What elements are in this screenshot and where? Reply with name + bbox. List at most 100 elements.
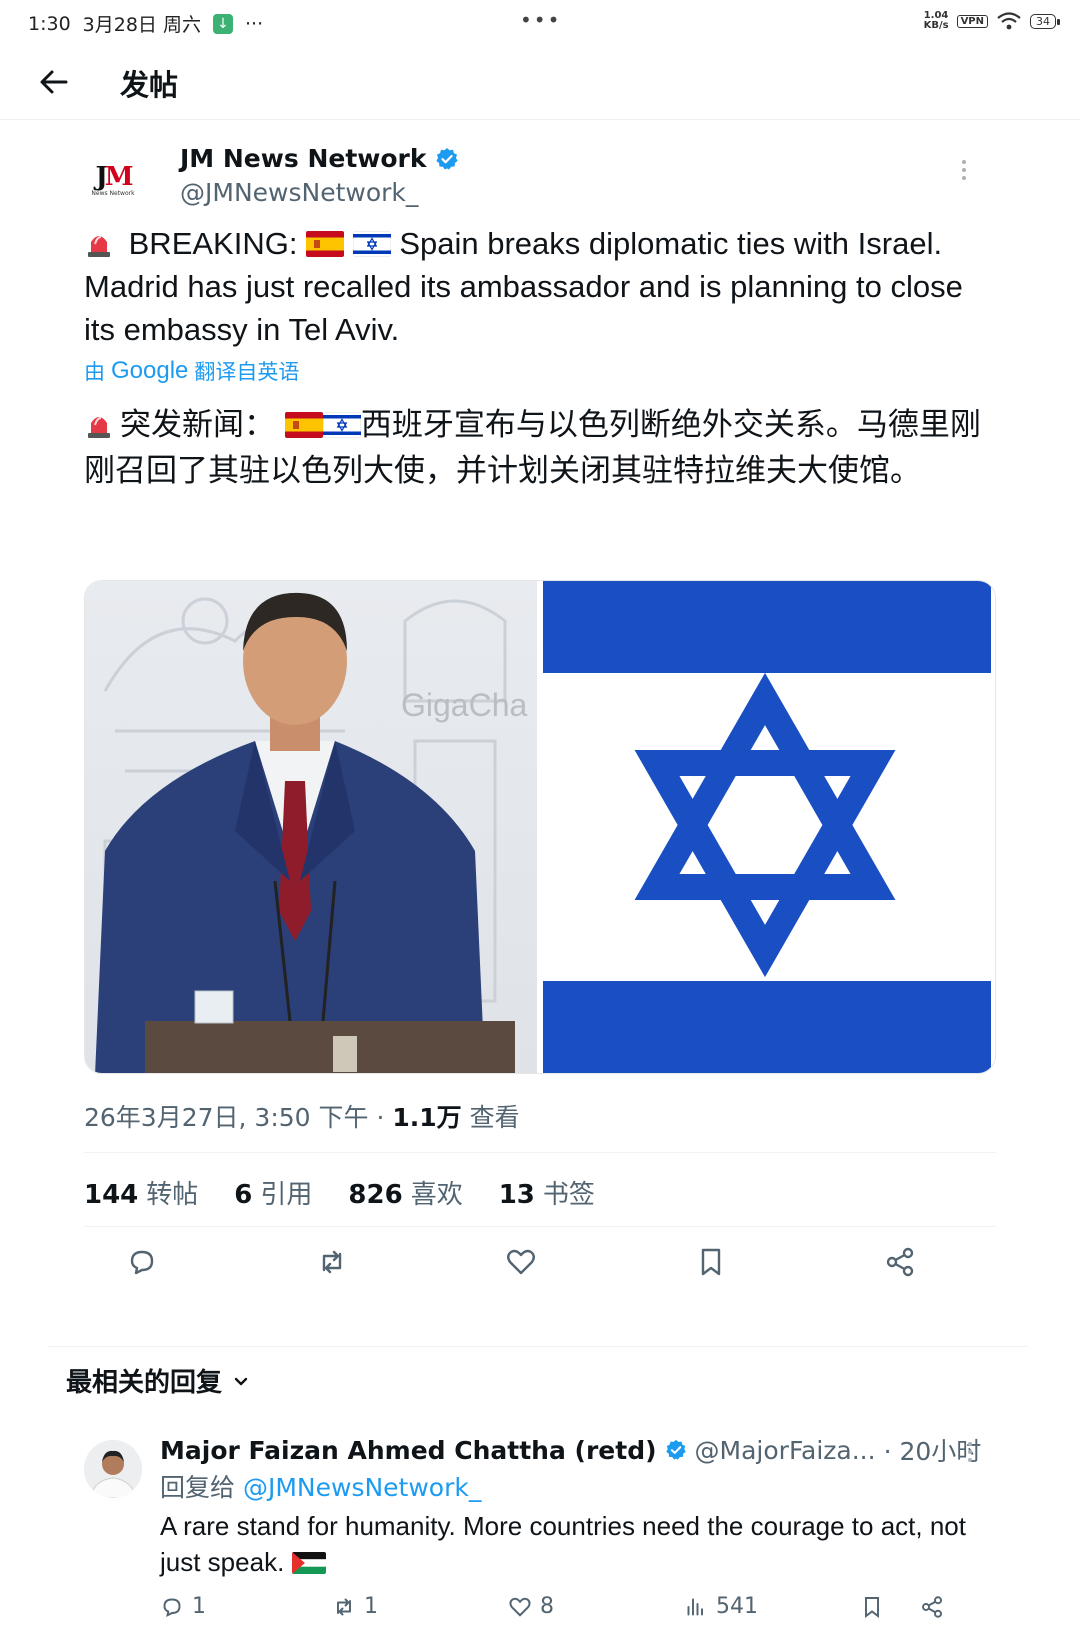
reply-avatar[interactable] xyxy=(84,1440,142,1498)
status-right: 1.04 KB/s VPN 34 xyxy=(924,11,1060,31)
stat-label: 转帖 xyxy=(146,1180,199,1210)
verified-badge-icon xyxy=(665,1439,686,1460)
repost-icon xyxy=(337,1598,351,1615)
reply-body: A rare stand for humanity. More countrie… xyxy=(160,1511,966,1577)
jm-logo-icon: JM xyxy=(95,162,133,192)
like-heart-icon[interactable] xyxy=(505,1246,537,1278)
stat-count: 144 xyxy=(84,1180,139,1210)
stat-quotes[interactable]: 6 引用 xyxy=(234,1174,312,1211)
stat-label: 引用 xyxy=(260,1180,313,1210)
reply-to-handle-link[interactable]: @JMNewsNetwork_ xyxy=(243,1473,481,1502)
author-name[interactable]: JM News Network xyxy=(180,144,427,173)
views-count: 541 xyxy=(716,1594,758,1619)
stat-count: 6 xyxy=(234,1180,253,1210)
bookmark-icon[interactable] xyxy=(695,1246,727,1278)
battery-icon: 34 xyxy=(1030,13,1060,29)
translated-text: 突发新闻： 西班牙宣布与以色列断绝外交关系。马德里刚刚召回了其驻以色列大使，并计… xyxy=(84,402,984,494)
stat-likes[interactable]: 826 喜欢 xyxy=(348,1174,462,1211)
divider xyxy=(84,1152,996,1153)
reply-actions: 1 1 8 541 xyxy=(160,1594,950,1619)
stat-count: 826 xyxy=(348,1180,403,1210)
tweet-actions xyxy=(126,1246,916,1278)
reply-header: Major Faizan Ahmed Chattha (retd) @Major… xyxy=(160,1432,981,1468)
media-photo-israel-flag[interactable] xyxy=(543,581,995,1073)
reply-text: A rare stand for humanity. More countrie… xyxy=(160,1508,980,1580)
breaking-label: BREAKING: xyxy=(128,226,298,261)
reply-to-label: 回复给 xyxy=(160,1473,236,1502)
divider xyxy=(84,1226,996,1227)
status-overflow: ··· xyxy=(244,12,264,35)
siren-emoji-icon xyxy=(88,236,110,257)
page-title: 发帖 xyxy=(120,68,179,102)
translate-suffix: 翻译自英语 xyxy=(194,360,300,384)
net-speed: 1.04 KB/s xyxy=(924,11,949,31)
multitask-dots[interactable]: ••• xyxy=(520,8,561,32)
status-date: 3月28日 周六 xyxy=(82,14,201,36)
stat-label: 书签 xyxy=(542,1180,595,1210)
views-label: 查看 xyxy=(461,1103,520,1132)
download-icon: ↓ xyxy=(212,13,233,34)
media-watermark: GigaCha xyxy=(401,687,528,723)
tweet-media[interactable]: GigaCha xyxy=(84,580,996,1074)
status-time: 1:30 xyxy=(28,12,71,35)
replies-sort-label: 最相关的回复 xyxy=(66,1368,223,1398)
reply-icon xyxy=(163,1598,181,1617)
author-name-row[interactable]: JM News Network xyxy=(180,144,459,173)
reply-reply-button[interactable]: 1 xyxy=(160,1594,332,1619)
net-speed-unit: KB/s xyxy=(923,20,949,31)
stat-bookmarks[interactable]: 13 书签 xyxy=(499,1174,595,1211)
google-logo: Google xyxy=(111,357,189,384)
translate-by: 由 xyxy=(84,360,105,384)
bookmark-icon xyxy=(865,1596,879,1618)
share-icon xyxy=(922,1595,942,1618)
reply-icon[interactable] xyxy=(126,1246,158,1278)
more-options-icon[interactable] xyxy=(966,1440,974,1464)
translate-attribution[interactable]: 由 Google 翻译自英语 xyxy=(84,356,299,386)
reply-author-handle[interactable]: @MajorFaiza... xyxy=(695,1436,876,1465)
chevron-down-icon xyxy=(234,1377,248,1385)
more-options-icon[interactable] xyxy=(960,158,968,182)
share-icon[interactable] xyxy=(884,1246,916,1278)
stat-reposts[interactable]: 144 转帖 xyxy=(84,1174,198,1211)
author-handle[interactable]: @JMNewsNetwork_ xyxy=(180,178,418,207)
tweet-text: BREAKING: Spain breaks diplomatic ties w… xyxy=(84,222,964,351)
views-bar-chart-icon xyxy=(687,1598,703,1615)
reply-views-button[interactable]: 541 xyxy=(684,1594,860,1619)
reply-count: 1 xyxy=(192,1594,206,1619)
repost-icon[interactable] xyxy=(316,1246,348,1278)
logo-subtext: News Network xyxy=(91,190,135,197)
reply-bookmark-button[interactable] xyxy=(860,1595,920,1619)
reply-share-button[interactable] xyxy=(920,1595,944,1619)
spain-flag-icon xyxy=(284,412,323,438)
replies-sort-dropdown[interactable]: 最相关的回复 xyxy=(66,1362,250,1399)
page-header: 发帖 xyxy=(0,44,1080,120)
stat-label: 喜欢 xyxy=(410,1180,463,1210)
author-avatar[interactable]: JM News Network xyxy=(84,152,142,210)
tweet-stats: 144 转帖 6 引用 826 喜欢 13 书签 xyxy=(84,1174,595,1211)
tweet-datetime: 26年3月27日, 3:50 下午 · xyxy=(84,1103,393,1132)
views-count: 1.1万 xyxy=(392,1103,462,1132)
spain-flag-icon xyxy=(306,231,345,257)
like-count: 8 xyxy=(540,1594,554,1619)
wifi-icon xyxy=(997,12,1021,30)
tweet-meta: 26年3月27日, 3:50 下午 · 1.1万 查看 xyxy=(84,1098,520,1134)
israel-flag-icon xyxy=(322,412,361,438)
reply-repost-button[interactable]: 1 xyxy=(332,1594,508,1619)
user-avatar-icon xyxy=(84,1440,142,1498)
israel-flag-image xyxy=(543,581,991,1073)
translated-prefix: 突发新闻： xyxy=(120,407,275,443)
reply-like-button[interactable]: 8 xyxy=(508,1594,684,1619)
vpn-badge: VPN xyxy=(956,14,988,28)
reply-to-line: 回复给 @JMNewsNetwork_ xyxy=(160,1468,481,1504)
politician-photo xyxy=(95,592,515,1073)
israel-flag-icon xyxy=(352,231,391,257)
reply-author-name[interactable]: Major Faizan Ahmed Chattha (retd) xyxy=(160,1436,657,1465)
stat-count: 13 xyxy=(498,1180,535,1210)
back-arrow-icon[interactable] xyxy=(36,64,72,100)
status-bar: 1:30 3月28日 周六 ↓ ··· ••• 1.04 KB/s VPN 34 xyxy=(0,0,1080,44)
like-heart-icon xyxy=(509,1597,531,1617)
section-divider xyxy=(48,1346,1028,1347)
status-left: 1:30 3月28日 周六 ↓ ··· xyxy=(28,10,263,37)
media-photo-pm[interactable]: GigaCha xyxy=(85,581,537,1073)
repost-count: 1 xyxy=(364,1594,378,1619)
